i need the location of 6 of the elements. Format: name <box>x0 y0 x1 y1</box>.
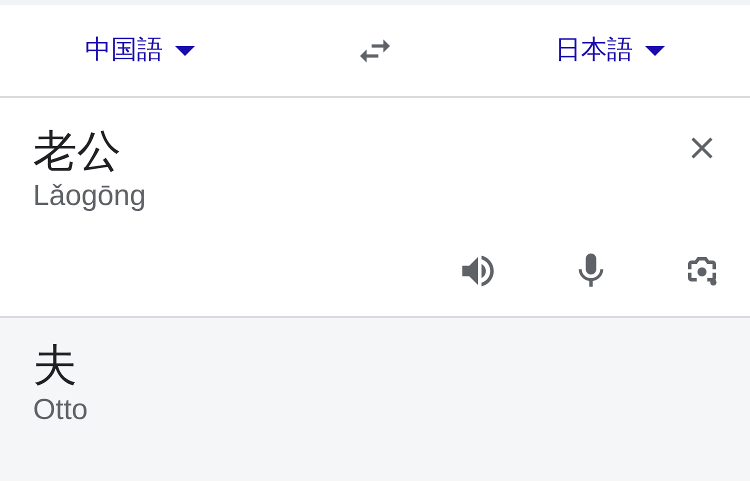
source-romanization: Lǎogōng <box>33 179 146 214</box>
source-text: 老公 <box>33 126 121 178</box>
source-language-button[interactable]: 中国語 <box>85 31 195 70</box>
target-language-button[interactable]: 日本語 <box>555 31 665 70</box>
translation-romanization: Otto <box>33 393 88 428</box>
translated-text: 夫 <box>33 340 77 392</box>
